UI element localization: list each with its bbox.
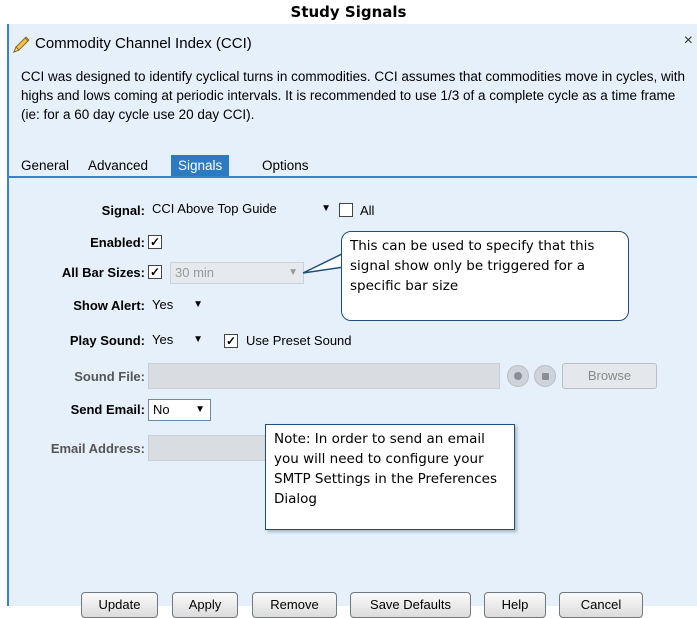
browse-button[interactable]: Browse: [562, 363, 657, 389]
chevron-down-icon: ▼: [321, 203, 331, 214]
tab-general[interactable]: General: [14, 155, 76, 176]
tab-bar: General Advanced Signals Options: [9, 152, 697, 178]
all-checkbox[interactable]: [339, 203, 353, 217]
close-icon[interactable]: ×: [684, 32, 693, 50]
sound-file-field[interactable]: [148, 363, 500, 389]
enabled-label: Enabled:: [90, 235, 145, 250]
apply-button[interactable]: Apply: [172, 592, 238, 618]
chevron-down-icon: ▼: [288, 267, 298, 278]
chevron-down-icon: ▼: [193, 334, 203, 345]
all-bar-sizes-checkbox[interactable]: ✓: [148, 265, 162, 279]
email-address-label: Email Address:: [50, 441, 145, 456]
bar-size-select[interactable]: 30 min ▼: [170, 262, 304, 284]
update-button[interactable]: Update: [81, 592, 158, 618]
play-sound-label: Play Sound:: [69, 333, 145, 348]
all-bar-sizes-label: All Bar Sizes:: [61, 265, 145, 280]
help-button[interactable]: Help: [484, 592, 546, 618]
send-email-select[interactable]: No ▼: [148, 399, 211, 421]
pencil-icon: [11, 35, 31, 55]
page-title: Study Signals: [290, 3, 407, 21]
stop-icon[interactable]: [534, 365, 556, 387]
chevron-down-icon: ▼: [195, 404, 205, 415]
signal-select[interactable]: CCI Above Top Guide ▼: [148, 199, 336, 221]
stop-icon-glyph: [541, 372, 549, 380]
send-email-select-value: No: [153, 402, 170, 417]
show-alert-label: Show Alert:: [73, 298, 145, 313]
cancel-button[interactable]: Cancel: [559, 592, 643, 618]
play-icon[interactable]: [507, 365, 529, 387]
play-sound-select[interactable]: Yes ▼: [148, 330, 208, 352]
play-sound-select-value: Yes: [152, 332, 174, 347]
enabled-checkbox[interactable]: ✓: [148, 235, 162, 249]
email-note-callout: Note: In order to send an email you will…: [265, 424, 515, 530]
use-preset-sound-label: Use Preset Sound: [246, 333, 352, 348]
study-description: CCI was designed to identify cyclical tu…: [21, 69, 685, 122]
bar-size-select-value: 30 min: [175, 265, 215, 280]
signal-select-value: CCI Above Top Guide: [152, 201, 277, 216]
show-alert-select-value: Yes: [152, 297, 174, 312]
dialog-titlebar: Commodity Channel Index (CCI) ×: [9, 24, 697, 64]
tab-advanced[interactable]: Advanced: [81, 155, 155, 176]
bar-size-callout: This can be used to specify that this si…: [341, 231, 629, 321]
play-icon-glyph: [514, 372, 522, 380]
remove-button[interactable]: Remove: [252, 592, 337, 618]
tab-options[interactable]: Options: [255, 155, 316, 176]
dialog-title: Commodity Channel Index (CCI): [35, 35, 252, 52]
sound-file-label: Sound File:: [74, 369, 145, 384]
all-label: All: [360, 203, 375, 218]
save-defaults-button[interactable]: Save Defaults: [350, 592, 471, 618]
use-preset-sound-checkbox[interactable]: ✓: [224, 334, 238, 348]
send-email-label: Send Email:: [70, 402, 145, 417]
email-address-field[interactable]: [148, 435, 274, 461]
chevron-down-icon: ▼: [193, 299, 203, 310]
signal-label: Signal:: [101, 203, 145, 218]
show-alert-select[interactable]: Yes ▼: [148, 295, 208, 317]
tab-signals[interactable]: Signals: [171, 155, 230, 176]
